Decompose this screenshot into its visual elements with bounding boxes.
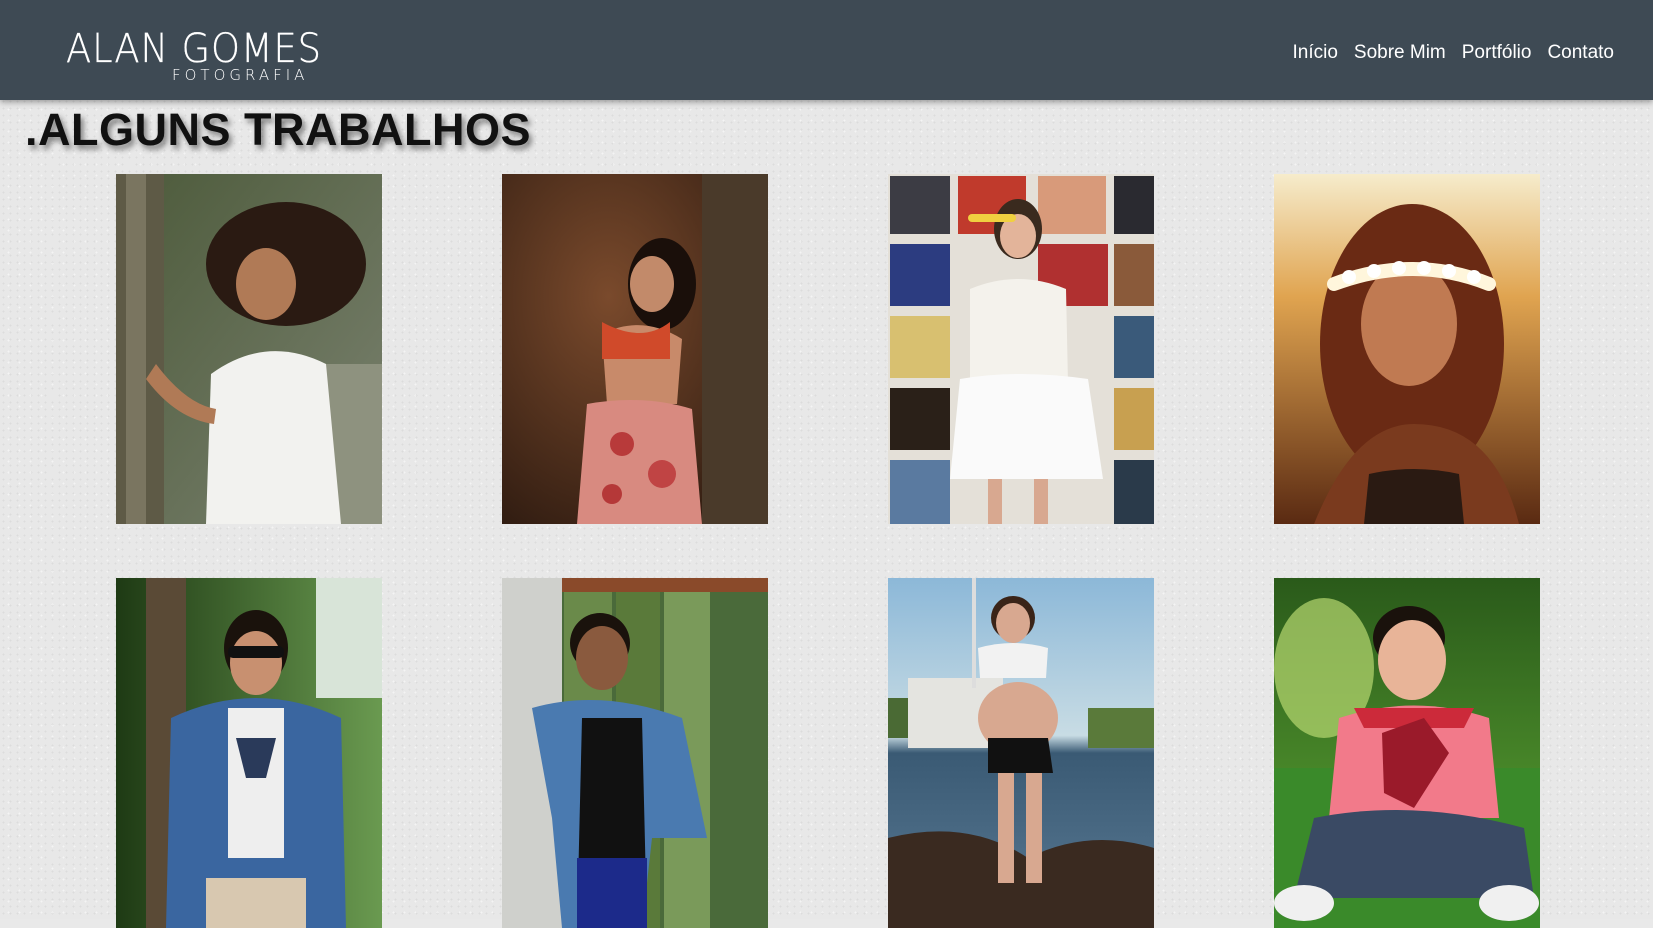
brand-tagline: FOTOGRAFIA bbox=[172, 66, 309, 84]
brand-logo[interactable]: ALAN GOMES FOTOGRAFIA bbox=[66, 28, 326, 88]
brand-name: ALAN GOMES bbox=[66, 26, 322, 72]
gallery-photo-4[interactable] bbox=[1274, 174, 1540, 524]
gallery-photo-6[interactable] bbox=[502, 578, 768, 928]
nav-link-sobre-mim[interactable]: Sobre Mim bbox=[1354, 42, 1446, 64]
gallery-photo-2[interactable] bbox=[502, 174, 768, 524]
nav-link-inicio[interactable]: Início bbox=[1292, 42, 1337, 64]
main-nav: Início Sobre Mim Portfólio Contato bbox=[1292, 42, 1614, 64]
top-navbar: ALAN GOMES FOTOGRAFIA Início Sobre Mim P… bbox=[0, 0, 1653, 100]
gallery-photo-5[interactable] bbox=[116, 578, 382, 928]
gallery-photo-8[interactable] bbox=[1274, 578, 1540, 928]
photo-gallery bbox=[0, 0, 1653, 928]
nav-link-contato[interactable]: Contato bbox=[1547, 42, 1614, 64]
gallery-photo-7[interactable] bbox=[888, 578, 1154, 928]
gallery-photo-1[interactable] bbox=[116, 174, 382, 524]
gallery-photo-3[interactable] bbox=[888, 174, 1154, 524]
nav-link-portfolio[interactable]: Portfólio bbox=[1462, 42, 1532, 64]
